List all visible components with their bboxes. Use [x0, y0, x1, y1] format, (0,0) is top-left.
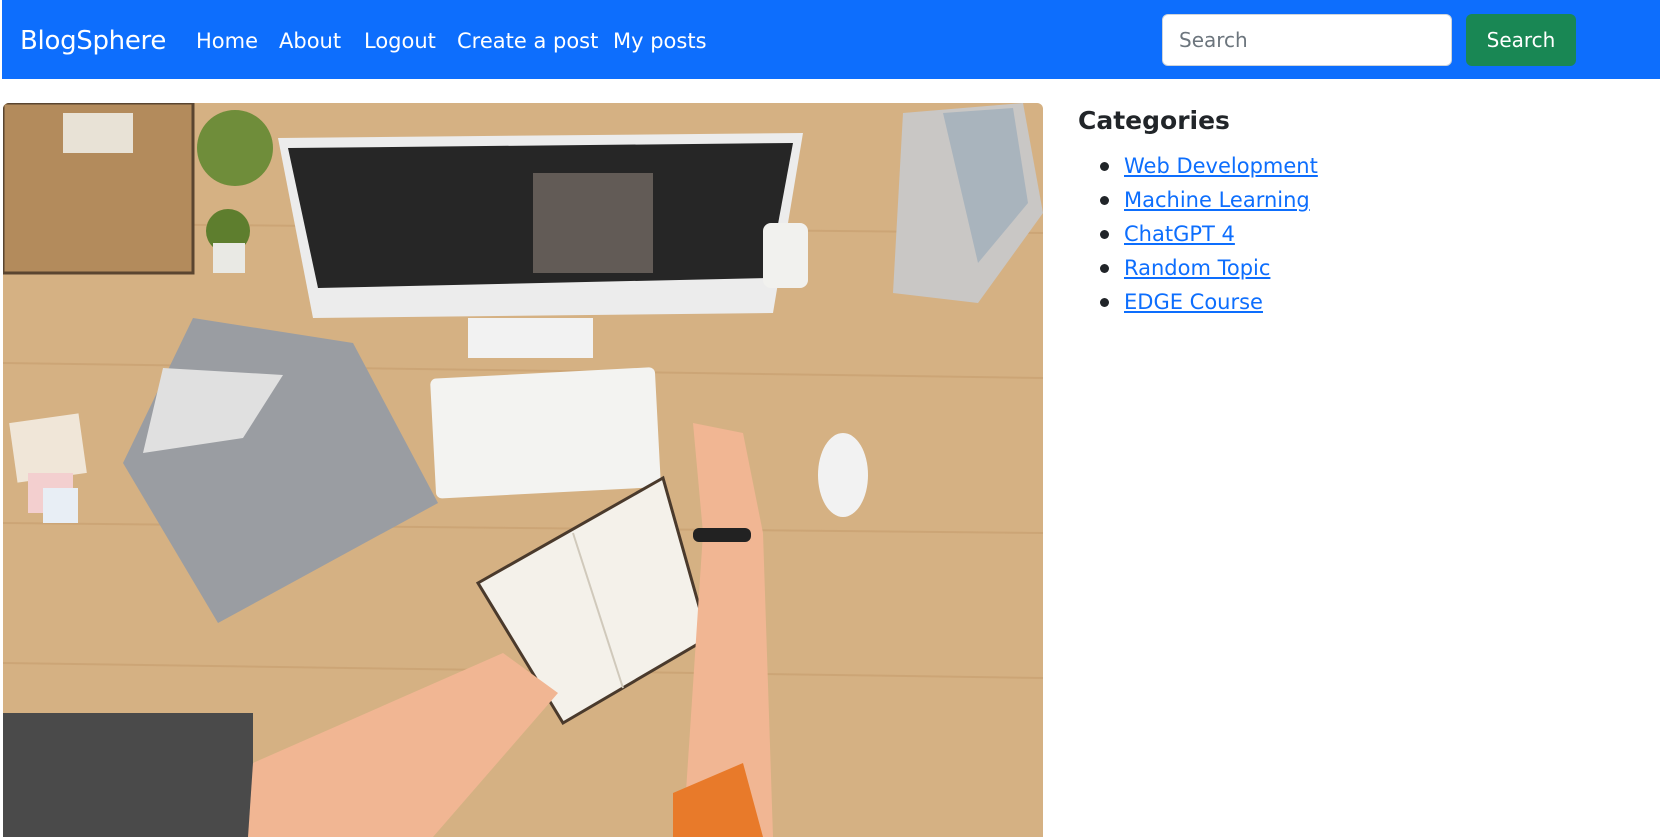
category-link-chatgpt-4[interactable]: ChatGPT 4	[1124, 222, 1235, 246]
brand-link[interactable]: BlogSphere	[20, 22, 166, 60]
category-link-machine-learning[interactable]: Machine Learning	[1124, 188, 1310, 212]
list-item: EDGE Course	[1078, 286, 1318, 320]
categories-heading: Categories	[1078, 106, 1230, 135]
list-item: Web Development	[1078, 150, 1318, 184]
list-item: ChatGPT 4	[1078, 218, 1318, 252]
list-item: Machine Learning	[1078, 184, 1318, 218]
nav-link-create-post[interactable]: Create a post	[457, 25, 598, 57]
nav-link-home[interactable]: Home	[196, 25, 258, 57]
categories-list: Web Development Machine Learning ChatGPT…	[1078, 150, 1318, 320]
navbar: BlogSphere Home About Logout Create a po…	[2, 0, 1660, 79]
category-link-edge-course[interactable]: EDGE Course	[1124, 290, 1263, 314]
category-link-web-development[interactable]: Web Development	[1124, 154, 1318, 178]
list-item: Random Topic	[1078, 252, 1318, 286]
search-input[interactable]	[1162, 14, 1452, 66]
nav-link-my-posts[interactable]: My posts	[613, 25, 707, 57]
hero-image	[3, 103, 1043, 837]
nav-link-logout[interactable]: Logout	[364, 25, 436, 57]
nav-link-about[interactable]: About	[279, 25, 341, 57]
desk-photo	[3, 103, 1043, 837]
search-button[interactable]: Search	[1466, 14, 1576, 66]
category-link-random-topic[interactable]: Random Topic	[1124, 256, 1270, 280]
